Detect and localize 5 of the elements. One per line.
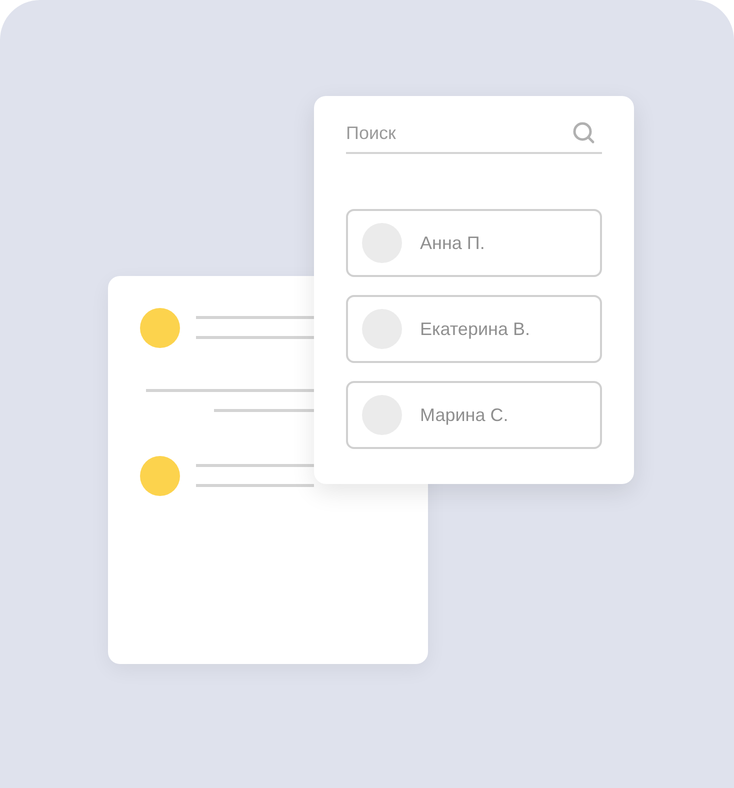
contact-item[interactable]: Екатерина В.: [346, 295, 602, 363]
contact-item[interactable]: Марина С.: [346, 381, 602, 449]
search-field[interactable]: Поиск: [346, 114, 602, 154]
search-icon[interactable]: [572, 121, 596, 145]
contact-item[interactable]: Анна П.: [346, 209, 602, 277]
